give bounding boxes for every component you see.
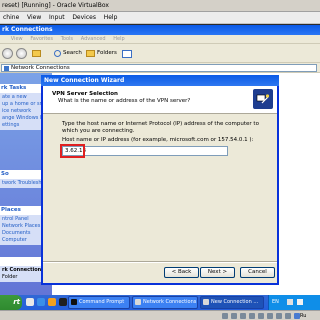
folders-button[interactable]: Folders <box>86 47 117 60</box>
language-indicator[interactable]: EN <box>272 295 279 310</box>
task-new-connection-wizard[interactable]: New Connection ... <box>200 296 264 309</box>
network-folder-icon <box>135 299 141 305</box>
task-label: Command Prompt <box>79 299 125 305</box>
quick-launch-show-desktop-icon[interactable] <box>26 298 34 306</box>
forward-arrow-icon <box>16 48 27 59</box>
virtualbox-menu-bar: chine View Input Devices Help <box>0 12 320 24</box>
taskbar: rt Command Prompt Network Connections Ne… <box>0 295 320 310</box>
address-input[interactable]: Network Connections <box>1 64 317 72</box>
menu-view[interactable]: View <box>24 12 44 24</box>
recording-status-icon[interactable] <box>285 313 291 319</box>
explorer-title: rk Connections <box>2 26 53 33</box>
views-icon <box>122 49 132 58</box>
virtualbox-status-bar: Ru <box>0 310 320 320</box>
optical-drive-status-icon[interactable] <box>231 313 237 319</box>
highlight-box <box>60 144 85 158</box>
quick-launch-ie-icon[interactable] <box>37 298 45 306</box>
wizard-separator <box>43 261 277 263</box>
explorer-menu-view[interactable]: View <box>8 35 26 44</box>
up-folder-icon <box>32 50 41 57</box>
explorer-menu-help[interactable]: Help <box>110 35 127 44</box>
wizard-page-subtitle: What is the name or address of the VPN s… <box>58 98 191 104</box>
quick-launch-media-icon[interactable] <box>48 298 56 306</box>
window-title: reset) [Running] - Oracle VirtualBox <box>2 2 109 9</box>
usb-status-icon[interactable] <box>258 313 264 319</box>
wizard-title-bar: New Connection Wizard <box>41 75 279 86</box>
network-connection-icon <box>253 89 273 109</box>
system-tray: EN <box>268 295 320 310</box>
explorer-menu-advanced[interactable]: Advanced <box>78 35 109 44</box>
hard-disk-status-icon[interactable] <box>222 313 228 319</box>
host-name-input[interactable] <box>62 146 228 156</box>
explorer-menu-bar: View Favorites Tools Advanced Help <box>0 35 320 44</box>
shared-folders-status-icon[interactable] <box>267 313 273 319</box>
folders-label: Folders <box>97 50 117 56</box>
vm-screen: rk Connections View Favorites Tools Adva… <box>0 25 320 295</box>
task-network-connections[interactable]: Network Connections <box>132 296 198 309</box>
menu-help[interactable]: Help <box>101 12 121 24</box>
explorer-toolbar: Search Folders <box>0 44 320 63</box>
host-field-label: Host name or IP address (for example, mi… <box>62 137 254 143</box>
back-arrow-icon <box>2 48 13 59</box>
tray-volume-icon[interactable] <box>297 299 303 305</box>
wizard-title: New Connection Wizard <box>44 77 125 84</box>
menu-input[interactable]: Input <box>46 12 68 24</box>
search-label: Search <box>63 50 82 56</box>
back-button[interactable] <box>2 47 13 60</box>
explorer-menu-favorites[interactable]: Favorites <box>27 35 56 44</box>
next-button[interactable]: Next > <box>200 267 235 278</box>
network-status-icon[interactable] <box>249 313 255 319</box>
views-button[interactable] <box>122 47 132 60</box>
display-status-icon[interactable] <box>276 313 282 319</box>
task-label: Network Connections <box>143 299 197 305</box>
task-label: New Connection ... <box>211 299 259 305</box>
start-button[interactable]: rt <box>0 295 22 310</box>
wizard-description: Type the host name or Internet Protocol … <box>62 121 259 134</box>
new-connection-wizard: New Connection Wizard VPN Server Selecti… <box>41 75 279 285</box>
up-folder-button[interactable] <box>32 47 41 60</box>
explorer-menu-tools[interactable]: Tools <box>58 35 76 44</box>
wizard-header: VPN Server Selection What is the name or… <box>43 86 277 114</box>
forward-button[interactable] <box>16 47 27 60</box>
audio-status-icon[interactable] <box>240 313 246 319</box>
wizard-body: Type the host name or Internet Protocol … <box>43 115 277 250</box>
wizard-page-title: VPN Server Selection <box>52 91 118 97</box>
host-key-label: Ru <box>300 313 307 319</box>
virtualbox-title-bar: reset) [Running] - Oracle VirtualBox <box>0 0 320 12</box>
wizard-task-icon <box>203 299 209 305</box>
task-command-prompt[interactable]: Command Prompt <box>68 296 130 309</box>
menu-machine[interactable]: chine <box>0 12 22 24</box>
cancel-button[interactable]: Cancel <box>240 267 275 278</box>
command-prompt-icon <box>71 299 77 305</box>
menu-devices[interactable]: Devices <box>69 12 99 24</box>
folders-icon <box>86 50 95 57</box>
address-bar: Network Connections <box>0 63 320 73</box>
explorer-title-bar: rk Connections <box>0 25 320 35</box>
search-button[interactable]: Search <box>54 47 82 60</box>
tray-network-icon[interactable] <box>287 299 293 305</box>
search-icon <box>54 50 61 57</box>
quick-launch-cmd-icon[interactable] <box>59 298 67 306</box>
back-button-wizard[interactable]: < Back <box>164 267 199 278</box>
network-connections-icon <box>4 66 9 71</box>
address-text: Network Connections <box>11 65 70 71</box>
